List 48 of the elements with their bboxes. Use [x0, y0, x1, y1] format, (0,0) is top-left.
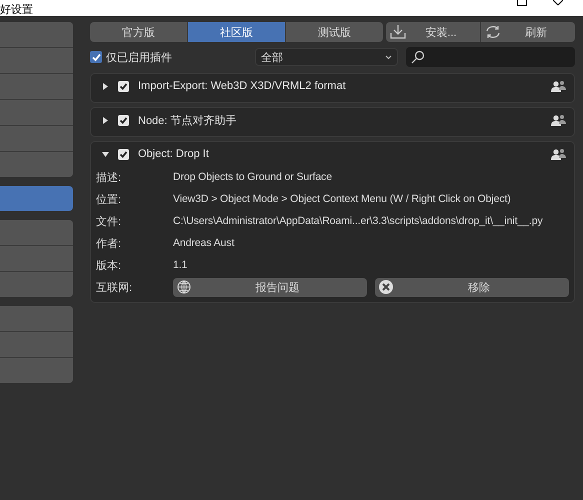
users-icon: [551, 80, 566, 92]
detail-label: 互联网:: [96, 280, 134, 294]
remove-icon: [379, 280, 393, 294]
disclosure-triangle-icon[interactable]: [102, 150, 109, 158]
users-icon: [551, 148, 566, 160]
category-dropdown[interactable]: 全部: [255, 48, 398, 66]
users-icon: [551, 114, 566, 126]
enabled-only-checkbox[interactable]: [90, 51, 102, 63]
disclosure-triangle-icon[interactable]: [102, 82, 109, 90]
sidebar-item[interactable]: [0, 306, 73, 332]
maximize-icon[interactable]: [517, 0, 527, 6]
addon-name: Import-Export: Web3D X3D/VRML2 format: [138, 80, 347, 92]
detail-value: C:\Users\Administrator\AppData\Roami...er\3.3\scripts\addons\drop_it\__init__.py: [173, 215, 543, 227]
checkbox-label: 仅已启用插件: [106, 50, 172, 64]
detail-label: 版本:: [96, 258, 122, 272]
close-icon[interactable]: [553, 0, 563, 6]
tab[interactable]: 官方版: [90, 22, 188, 42]
enable-checkbox[interactable]: [118, 148, 129, 160]
detail-value: Andreas Aust: [173, 237, 234, 249]
sidebar-item[interactable]: [0, 220, 73, 246]
detail-value: 1.1: [173, 259, 188, 271]
search-field[interactable]: [406, 47, 575, 67]
detail-value: View3D > Object Mode > Object Context Menu (W / Right Click on Object): [173, 193, 511, 205]
detail-label: 描述:: [96, 170, 122, 184]
install-button[interactable]: 安装...: [386, 22, 481, 42]
search-icon: [411, 50, 425, 64]
addon-name: Object: Drop It: [138, 148, 210, 160]
disclosure-triangle-icon[interactable]: [102, 116, 109, 124]
window-title: 好设置: [0, 4, 33, 16]
enable-checkbox[interactable]: [118, 114, 129, 126]
detail-label: 作者:: [96, 236, 122, 250]
download-icon: [390, 25, 406, 39]
tab[interactable]: 社区版: [188, 22, 286, 42]
sidebar-item[interactable]: [0, 186, 73, 211]
sidebar-item[interactable]: [0, 22, 73, 48]
detail-label: 位置:: [96, 192, 122, 206]
detail-value: Drop Objects to Ground or Surface: [173, 171, 332, 183]
tab[interactable]: 测试版: [286, 22, 383, 42]
refresh-icon: [485, 25, 501, 39]
report-issue-button[interactable]: 报告问题: [173, 278, 367, 296]
refresh-button[interactable]: 刷新: [481, 22, 575, 42]
remove-button[interactable]: 移除: [375, 278, 569, 296]
addon-name: Node: 节点对齐助手: [138, 114, 238, 128]
enable-checkbox[interactable]: [118, 80, 129, 92]
chevron-down-icon: [385, 54, 392, 60]
detail-label: 文件:: [96, 214, 122, 228]
dropdown-value: 全部: [261, 50, 283, 64]
globe-icon: [177, 280, 192, 294]
